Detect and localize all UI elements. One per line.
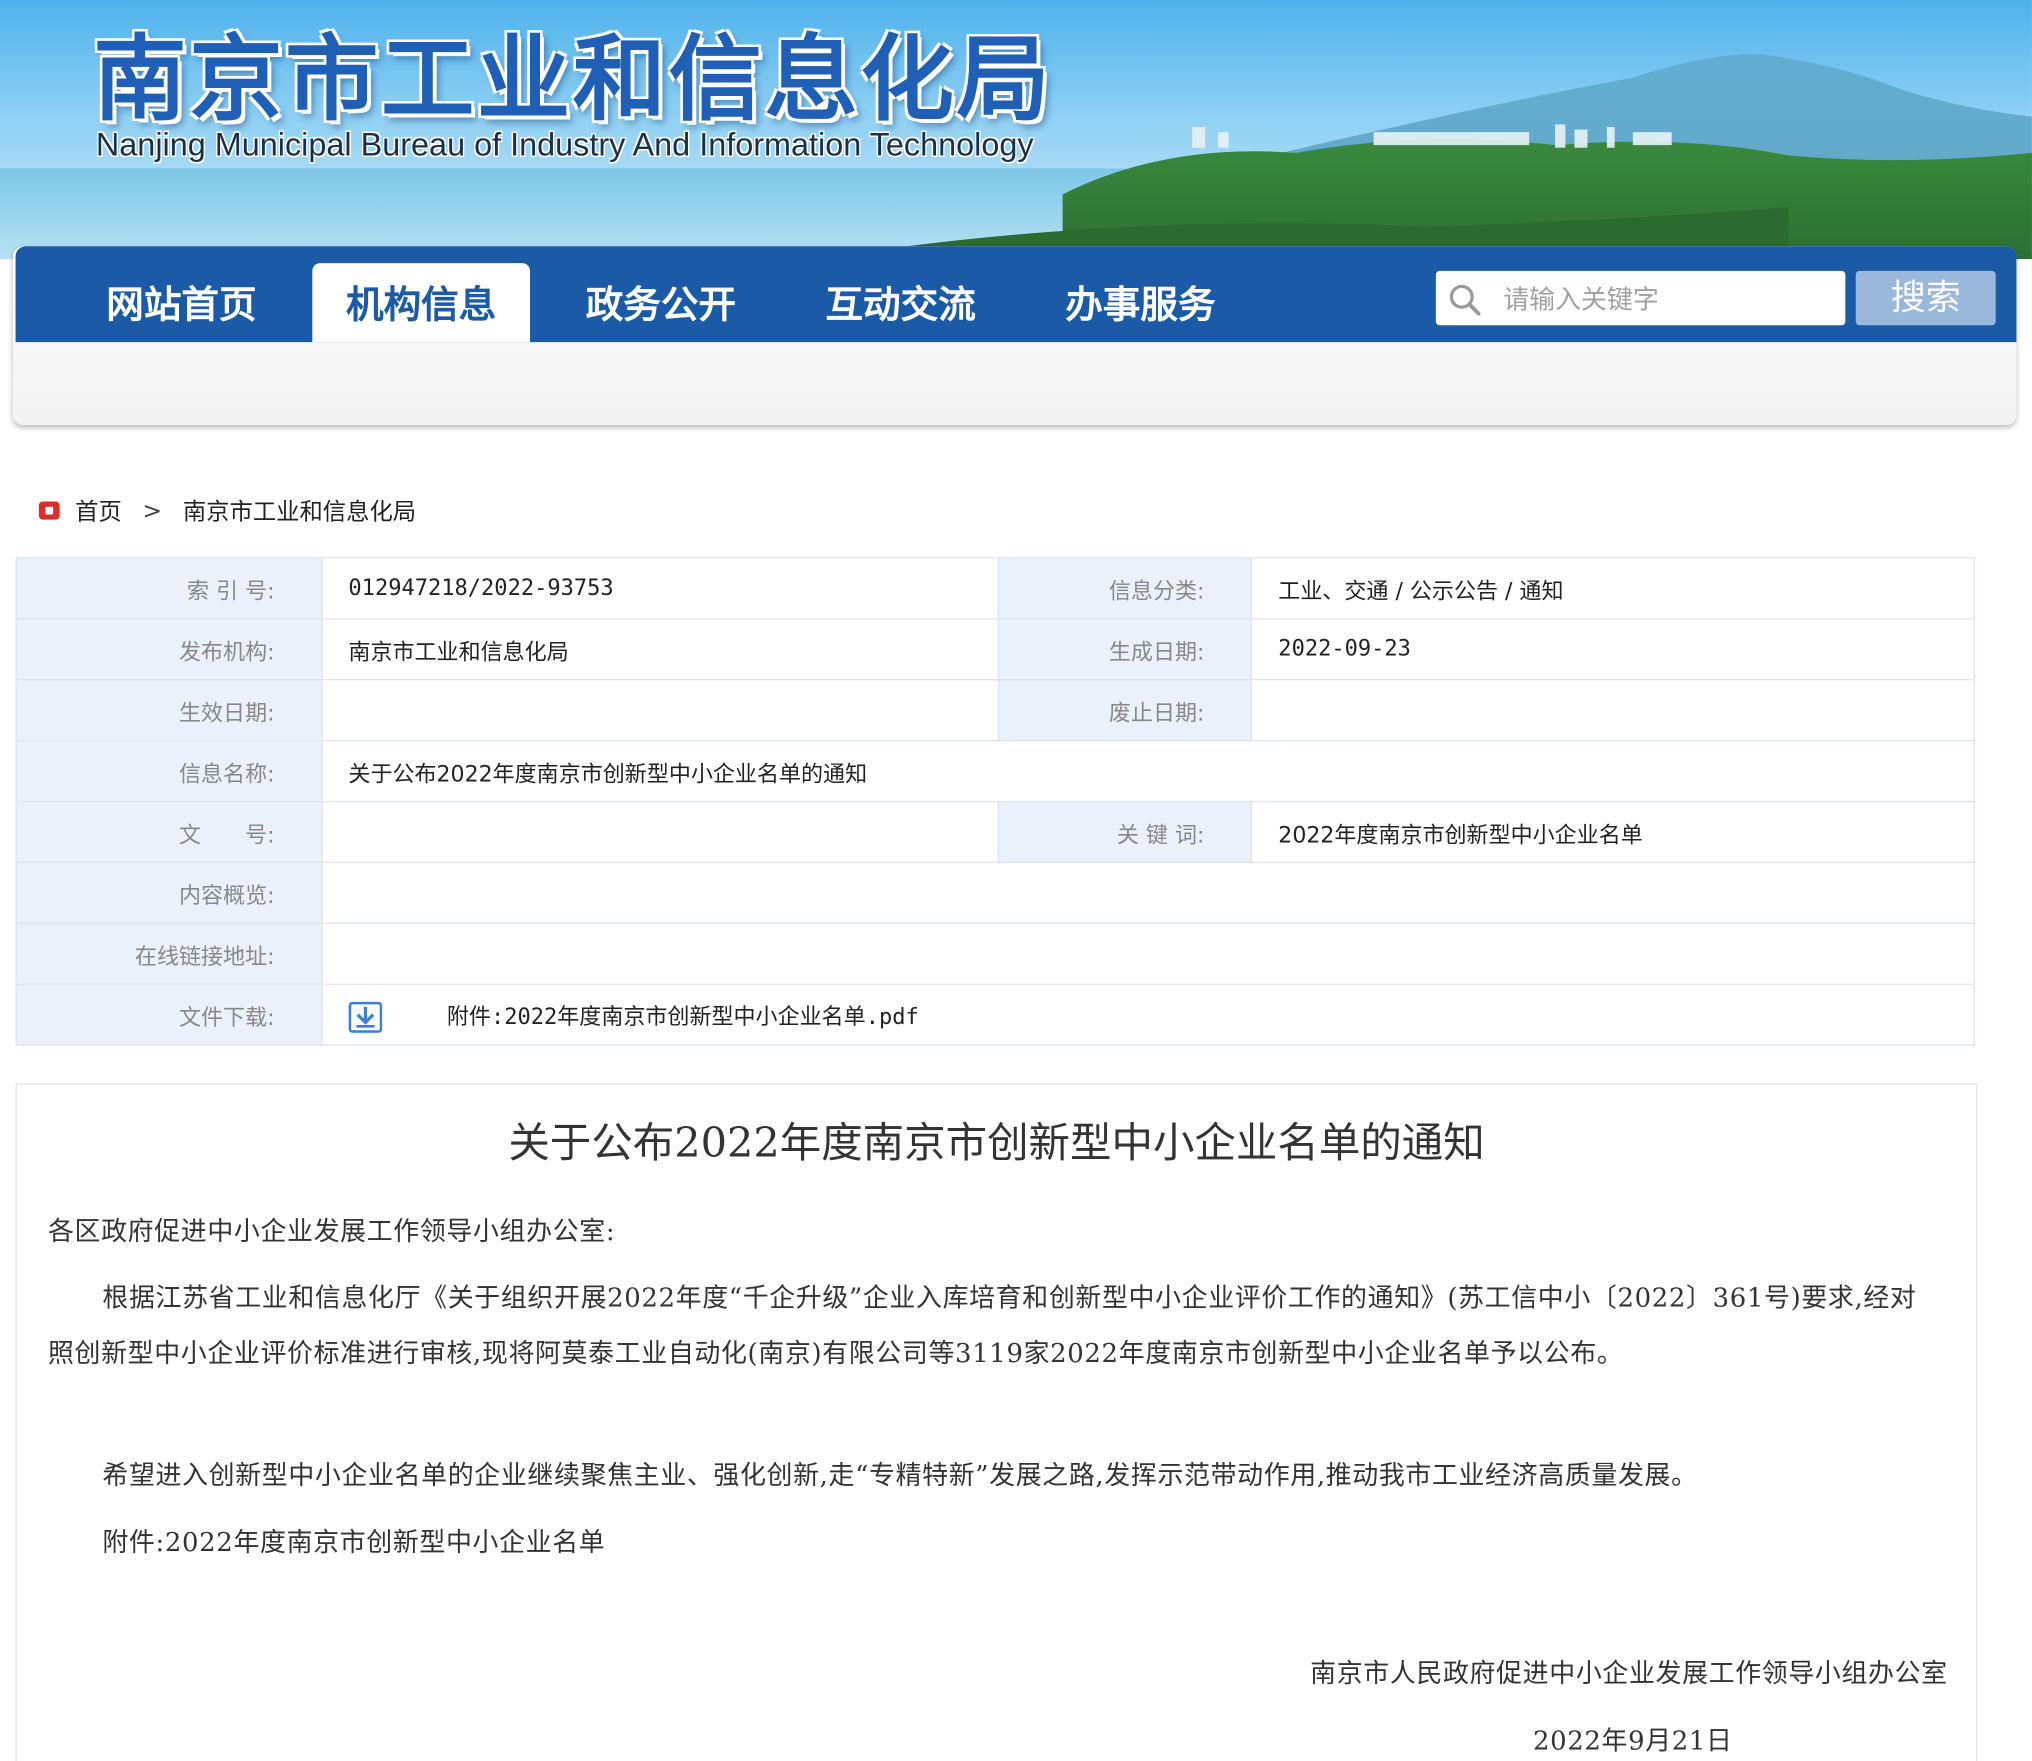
nav-item-services[interactable]: 办事服务 — [1032, 263, 1250, 342]
info-row: 内容概览: — [15, 861, 1975, 924]
breadcrumb-current-link[interactable]: 南京市工业和信息化局 — [183, 494, 416, 528]
article-title: 关于公布2022年度南京市创新型中小企业名单的通知 — [508, 1118, 1485, 1168]
breadcrumb-chevron-icon: > — [142, 496, 163, 525]
doc-number-label: 文 号: — [15, 800, 323, 864]
article-attachment-note: 附件:2022年度南京市创新型中小企业名单 — [102, 1526, 606, 1558]
online-link-label: 在线链接地址: — [15, 922, 323, 985]
publisher-value: 南京市工业和信息化局 — [321, 618, 999, 681]
created-date-label: 生成日期: — [997, 618, 1253, 681]
breadcrumb-home-link[interactable]: 首页 — [75, 494, 122, 528]
summary-label: 内容概览: — [15, 861, 323, 924]
download-icon[interactable] — [348, 1001, 383, 1033]
info-row: 文 号: 关 键 词: 2022年度南京市创新型中小企业名单 — [15, 800, 1975, 864]
info-name-value: 关于公布2022年度南京市创新型中小企业名单的通知 — [321, 739, 1975, 803]
search-box — [1435, 270, 1846, 326]
info-row: 生效日期: 废止日期: — [15, 679, 1975, 742]
doc-number-value — [321, 800, 999, 864]
nav-item-home[interactable]: 网站首页 — [73, 263, 291, 342]
home-icon — [38, 501, 60, 520]
site-title: 南京市工业和信息化局 — [93, 23, 1053, 134]
article-paragraph: 根据江苏省工业和信息化厅《关于组织开展2022年度“千企升级”企业入库培育和创新… — [47, 1281, 1917, 1369]
keywords-value: 2022年度南京市创新型中小企业名单 — [1251, 800, 1975, 864]
search-button[interactable]: 搜索 — [1855, 270, 1996, 326]
created-date-value: 2022-09-23 — [1251, 618, 1975, 681]
download-label: 文件下载: — [15, 983, 323, 1046]
abolish-date-label: 废止日期: — [997, 679, 1253, 742]
effective-date-label: 生效日期: — [15, 679, 323, 742]
online-link-value — [321, 922, 1975, 985]
article-date: 2022年9月21日 — [1532, 1724, 1733, 1756]
category-label: 信息分类: — [997, 557, 1253, 620]
info-row: 发布机构: 南京市工业和信息化局 生成日期: 2022-09-23 — [15, 618, 1975, 681]
effective-date-value — [321, 679, 999, 742]
nav-item-organization[interactable]: 机构信息 — [312, 263, 531, 343]
download-cell: 附件:2022年度南京市创新型中小企业名单.pdf — [321, 983, 1975, 1046]
info-row: 在线链接地址: — [15, 922, 1975, 985]
site-subtitle: Nanjing Municipal Bureau of Industry And… — [95, 126, 1034, 164]
article-signature: 南京市人民政府促进中小企业发展工作领导小组办公室 — [1310, 1657, 1948, 1689]
attachment-download-link[interactable]: 附件:2022年度南京市创新型中小企业名单.pdf — [447, 1004, 919, 1030]
nav-item-interaction[interactable]: 互动交流 — [792, 263, 1010, 342]
document-info-table: 索 引 号: 012947218/2022-93753 信息分类: 工业、交通 … — [15, 557, 1975, 1046]
header-banner: 南京市工业和信息化局 Nanjing Municipal Bureau of I… — [0, 0, 2032, 260]
index-value: 012947218/2022-93753 — [321, 557, 999, 620]
nav-item-government-affairs[interactable]: 政务公开 — [552, 263, 770, 342]
summary-value — [321, 861, 1975, 924]
search-input[interactable] — [1500, 273, 1843, 326]
info-row: 信息名称: 关于公布2022年度南京市创新型中小企业名单的通知 — [15, 739, 1975, 803]
info-row: 索 引 号: 012947218/2022-93753 信息分类: 工业、交通 … — [15, 557, 1975, 620]
keywords-label: 关 键 词: — [997, 800, 1253, 864]
info-name-label: 信息名称: — [15, 739, 323, 803]
article-body: 关于公布2022年度南京市创新型中小企业名单的通知 各区政府促进中小企业发展工作… — [15, 1083, 1978, 1761]
category-value: 工业、交通 / 公示公告 / 通知 — [1251, 557, 1975, 620]
article-paragraph: 希望进入创新型中小企业名单的企业继续聚焦主业、强化创新,走“专精特新”发展之路,… — [102, 1459, 1698, 1491]
info-row: 文件下载: 附件:2022年度南京市创新型中小企业名单.pdf — [15, 983, 1975, 1046]
index-label: 索 引 号: — [15, 557, 323, 620]
breadcrumb: 首页 > 南京市工业和信息化局 — [38, 492, 416, 528]
search-icon — [1449, 284, 1481, 316]
article-salutation: 各区政府促进中小企业发展工作领导小组办公室: — [47, 1215, 616, 1247]
publisher-label: 发布机构: — [15, 618, 323, 681]
abolish-date-value — [1251, 679, 1975, 742]
